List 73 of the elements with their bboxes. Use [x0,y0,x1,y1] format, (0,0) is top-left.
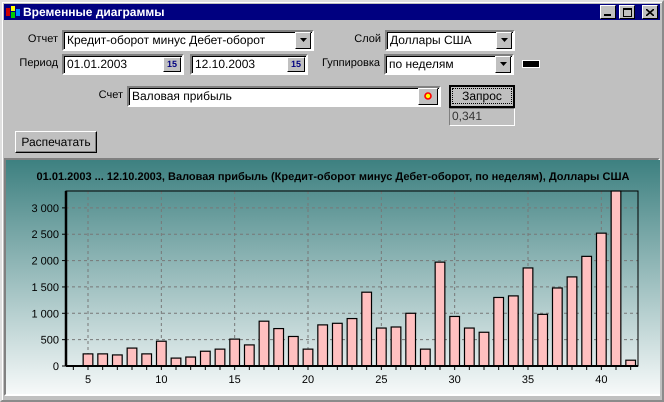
y-tick-label: 1 000 [31,308,59,320]
bar [97,353,108,367]
bar [390,326,402,367]
x-tick-label: 20 [302,374,314,386]
dropdown-arrow-icon [300,38,306,42]
y-tick-label: 0 [52,361,59,373]
window-title: Временные диаграммы [23,4,166,20]
x-tick-label: 5 [84,374,92,386]
bar [273,328,284,367]
field-label: Слой [353,33,382,47]
y-tick-label: 2 500 [31,229,59,242]
field-label: Гуппировка [320,57,381,71]
print-button[interactable]: Распечатать [15,131,97,153]
dropdown-arrow-icon [500,62,506,66]
date-field[interactable]: 12.10.2003 15 [190,54,308,74]
bar [112,354,123,367]
target-icon [424,92,432,100]
bar [200,350,211,367]
minimize-button[interactable] [600,5,616,19]
bar [376,327,387,367]
x-tick-label: 35 [522,374,534,386]
dropdown[interactable]: по неделям [384,54,514,74]
x-tick-label: 25 [375,374,388,386]
y-tick-label: 500 [40,334,59,347]
y-tick-label: 2 000 [31,256,59,268]
date-field[interactable]: 01.01.2003 15 [62,54,184,74]
bar [214,348,226,367]
bar [170,358,182,367]
bar [141,353,152,367]
y-tick-label: 1 500 [31,282,59,294]
bar [244,344,255,367]
maximize-button[interactable] [619,5,635,19]
bar [449,316,460,367]
x-tick-label: 40 [595,374,608,386]
field-label: Период [18,57,59,71]
bar [82,353,94,367]
bar [288,336,299,367]
dropdown-arrow-icon [500,38,508,42]
bar [229,338,240,367]
bar [478,332,490,367]
bar [537,314,548,367]
account-field[interactable]: Валовая прибыль [127,86,441,106]
calendar-button[interactable]: 15 [287,56,305,72]
x-tick-label: 30 [448,374,461,386]
result-readout: 0,341 [449,108,515,126]
dropdown[interactable]: Доллары США [385,30,515,50]
bar [317,324,328,367]
maximize-icon [622,8,632,16]
x-tick-label: 15 [228,374,241,386]
bar [156,340,167,367]
bar [420,348,431,367]
bar [332,322,343,367]
close-icon [646,8,654,16]
calendar-button[interactable]: 15 [163,56,181,72]
field-label: Отчет [26,33,59,47]
query-button[interactable]: Запрос [449,84,515,108]
field-label: Счет [98,89,124,103]
bar [126,347,138,367]
bar [258,320,270,367]
close-button[interactable] [642,5,658,19]
bar [464,327,475,367]
app-icon [6,6,20,18]
y-tick-label: 3 000 [31,202,59,215]
bar [185,356,196,367]
chart-title: 01.01.2003 ... 12.10.2003, Валовая прибыль (Кредит-оборот минус Дебет-оборот, по неделям), Доллары США [36,171,630,183]
bar [493,296,504,367]
bar [405,312,416,367]
dropdown[interactable]: Кредит-оборот минус Дебет-оборот [62,30,314,50]
bar [302,348,314,367]
x-tick-label: 10 [155,374,168,386]
color-swatch[interactable] [522,60,540,68]
bar [508,295,519,367]
bar [346,318,358,367]
